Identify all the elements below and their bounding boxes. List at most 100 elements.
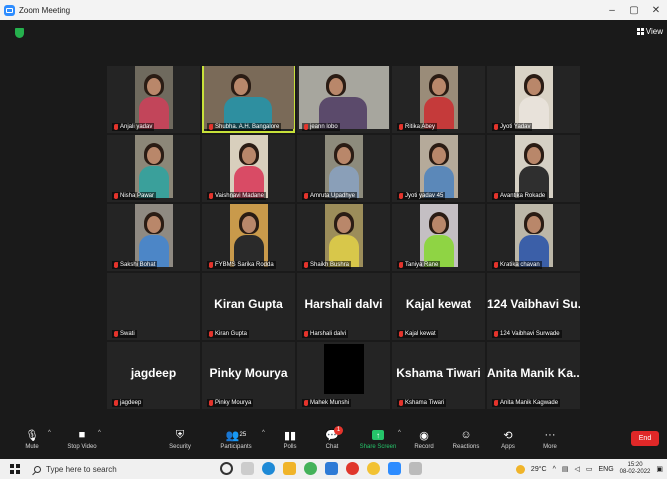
windows-start-icon[interactable] — [10, 464, 20, 474]
participant-tile[interactable]: Vaishnavi Madane — [202, 135, 295, 202]
participant-tile[interactable]: Kiran Gupta Kiran Gupta — [202, 273, 295, 340]
taskbar-search-input[interactable]: Type here to search — [34, 461, 200, 477]
task-view-icon[interactable] — [241, 462, 254, 475]
security-button[interactable]: ⛨ Security — [160, 426, 200, 451]
battery-icon[interactable]: ▭ — [586, 465, 593, 473]
mic-muted-icon — [114, 193, 118, 199]
polls-button[interactable]: ▮▮ Polls — [270, 426, 310, 451]
mic-muted-icon — [114, 124, 118, 130]
microphone-icon: 🎙 — [25, 429, 39, 442]
mic-muted-icon — [304, 331, 308, 337]
file-explorer-icon[interactable] — [283, 462, 296, 475]
people-icon[interactable] — [409, 462, 422, 475]
view-button[interactable]: View — [636, 27, 663, 36]
audio-options-chevron-icon[interactable]: ^ — [48, 430, 51, 436]
view-label: View — [645, 27, 663, 36]
mute-button[interactable]: 🎙 Mute — [12, 426, 52, 451]
participant-tile[interactable]: FYBMS Sarika Rodda — [202, 204, 295, 271]
participant-display-name: Kajal kewat — [405, 297, 472, 311]
weather-temp[interactable]: 29°C — [531, 466, 547, 473]
language-indicator[interactable]: ENG — [599, 466, 614, 473]
chat-button[interactable]: 💬 1 Chat — [312, 426, 352, 450]
clock[interactable]: 15:20 08-02-2022 — [620, 462, 651, 476]
participant-name-label: Sakshi Bohat — [112, 261, 158, 269]
zoom-taskbar-icon[interactable] — [388, 462, 401, 475]
mic-muted-icon — [114, 331, 118, 337]
edge-icon[interactable] — [262, 462, 275, 475]
participant-tile[interactable]: Taniya Rane — [392, 204, 485, 271]
mic-muted-icon — [209, 124, 213, 130]
smiley-icon: ☺ — [460, 429, 472, 441]
participant-tile[interactable]: Shaikh Bushra — [297, 204, 390, 271]
participant-tile[interactable]: Harshali dalvi Harshali dalvi — [297, 273, 390, 340]
participant-video — [134, 204, 173, 267]
more-button[interactable]: ··· More — [530, 426, 570, 450]
participant-name-label: Shubha. A.H. Bangalore — [207, 123, 282, 131]
participants-button[interactable]: 👥 25 Participants — [216, 426, 256, 451]
participant-tile[interactable]: Shubha. A.H. Bangalore — [202, 66, 295, 133]
participant-tile[interactable]: Pinky Mourya Pinky Mourya — [202, 342, 295, 409]
participant-name: Pinky Mourya — [215, 400, 252, 406]
participant-name: Anjali yadav — [120, 124, 153, 130]
clock-time: 15:20 — [627, 462, 643, 468]
more-label: More — [543, 444, 557, 450]
participant-name: Shaikh Bushra — [310, 262, 350, 268]
weather-icon[interactable] — [515, 464, 525, 474]
participant-tile[interactable]: jeann lobo — [297, 66, 390, 133]
participant-name: Avantika Rokade — [500, 193, 546, 199]
participant-tile[interactable]: jagdeep jagdeep — [107, 342, 200, 409]
chevron-up-icon[interactable]: ^ — [553, 466, 556, 473]
participant-name-label: FYBMS Sarika Rodda — [207, 261, 276, 269]
mic-muted-icon — [209, 193, 213, 199]
stop-video-button[interactable]: ■ Stop Video — [62, 426, 102, 450]
maximize-button[interactable]: ▢ — [623, 0, 645, 20]
participant-tile[interactable]: Mahek Munshi — [297, 342, 390, 409]
security-label: Security — [169, 444, 191, 450]
participant-tile[interactable]: Jyoti yadav 45 — [392, 135, 485, 202]
participant-tile[interactable]: Sakshi Bohat — [107, 204, 200, 271]
notifications-icon[interactable]: ▣ — [656, 465, 663, 473]
participant-tile[interactable]: Swati — [107, 273, 200, 340]
mail-icon[interactable] — [325, 462, 338, 475]
opera-icon[interactable] — [346, 462, 359, 475]
participant-name: Kshama Tiwari — [405, 400, 445, 406]
gallery-grid: Anjali yadav Shubha. A.H. Bangalore jeann … — [107, 66, 580, 409]
chrome-icon[interactable] — [367, 462, 380, 475]
end-meeting-button[interactable]: End — [631, 431, 659, 446]
apps-button[interactable]: ⟲ Apps — [488, 426, 528, 451]
participant-tile[interactable]: 124 Vaibhavi Su... 124 Vaibhavi Surwade — [487, 273, 580, 340]
participant-tile[interactable]: Anita Manik Ka... Anita Manik Kagwade — [487, 342, 580, 409]
participant-tile[interactable]: Jyoti Yadav — [487, 66, 580, 133]
participant-tile[interactable]: Ritika Abey — [392, 66, 485, 133]
participant-name: 124 Vaibhavi Surwade — [500, 331, 560, 337]
participant-tile[interactable]: Nisha Pawar — [107, 135, 200, 202]
participant-video — [134, 66, 173, 129]
participant-name-label: Jyoti Yadav — [492, 123, 533, 131]
cortana-icon[interactable] — [220, 462, 233, 475]
close-button[interactable]: ✕ — [645, 0, 667, 20]
participant-tile[interactable]: Anjali yadav — [107, 66, 200, 133]
participant-video — [229, 135, 268, 198]
participant-tile[interactable]: Kajal kewat Kajal kewat — [392, 273, 485, 340]
share-screen-button[interactable]: ↑ Share Screen — [358, 426, 398, 450]
participant-tile[interactable]: Kshama Tiwari Kshama Tiwari — [392, 342, 485, 409]
security-shield-icon[interactable] — [15, 28, 24, 38]
participant-tile[interactable]: Kratika chavan — [487, 204, 580, 271]
participant-tile[interactable]: Amruta Upadhye — [297, 135, 390, 202]
participant-name: Sakshi Bohat — [120, 262, 156, 268]
participant-video — [134, 135, 173, 198]
participant-name-label: Anita Manik Kagwade — [492, 399, 561, 407]
network-icon[interactable]: ▤ — [562, 465, 569, 473]
reactions-button[interactable]: ☺ Reactions — [446, 426, 486, 450]
participant-video — [419, 135, 458, 198]
whatsapp-icon[interactable] — [304, 462, 317, 475]
record-button[interactable]: ◉ Record — [404, 426, 444, 451]
mic-muted-icon — [494, 262, 498, 268]
participants-chevron-icon[interactable]: ^ — [262, 430, 265, 436]
clock-date: 08-02-2022 — [619, 469, 651, 475]
minimize-button[interactable]: – — [601, 0, 623, 20]
video-options-chevron-icon[interactable]: ^ — [98, 430, 101, 436]
share-options-chevron-icon[interactable]: ^ — [398, 430, 401, 436]
speaker-icon[interactable]: ◁ — [574, 465, 579, 473]
participant-tile[interactable]: Avantika Rokade — [487, 135, 580, 202]
